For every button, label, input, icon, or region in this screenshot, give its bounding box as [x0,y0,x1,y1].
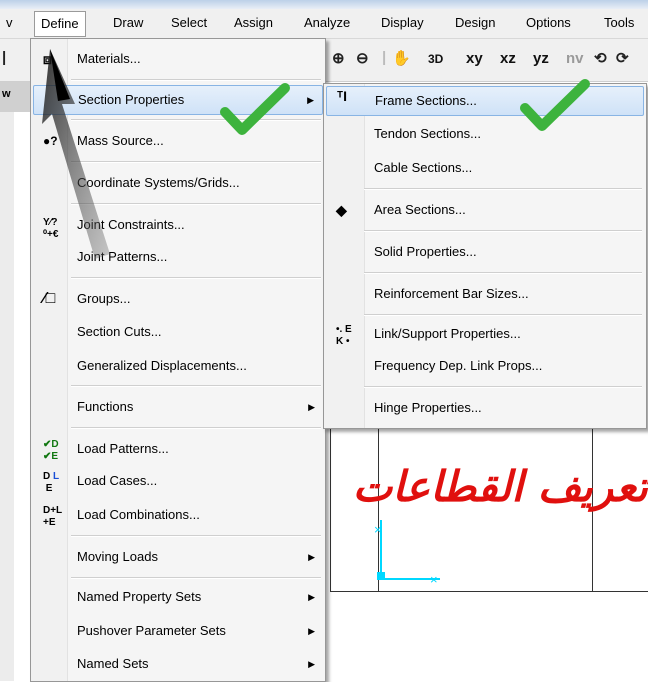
menu-item-reinforcement-bar-sizes[interactable]: Reinforcement Bar Sizes... [326,280,644,308]
menu-item-label: Named Sets [77,656,149,671]
load-patterns-icon: ✔D ✔E [43,439,59,462]
menu-item-label: Functions [77,399,134,414]
menu-item-label: Section Cuts... [77,324,162,339]
menu-item-label: Link/Support Properties... [374,326,521,341]
menu-item-pushover-parameter-sets[interactable]: Pushover Parameter Sets ▶ [33,617,323,645]
menu-tools[interactable]: Tools [604,13,634,33]
menu-draw[interactable]: Draw [113,13,143,33]
menu-separator [71,535,321,537]
toolbar-handle-icon: | [2,49,7,66]
menu-item-named-sets[interactable]: Named Sets ▶ [33,650,323,678]
menu-item-tendon-sections[interactable]: Tendon Sections... [326,120,644,148]
workspace-left-edge [0,82,14,681]
checkmark-icon [220,83,290,135]
view-nv-button[interactable]: nv [566,50,584,67]
area-sections-icon: ◆ [336,202,347,218]
menu-item-link-support-properties[interactable]: •. EK • Link/Support Properties... [326,320,644,348]
submenu-arrow-icon: ▶ [308,402,315,412]
x-axis-label-icon: × [430,572,438,587]
menu-item-label: Solid Properties... [374,244,477,259]
separator-icon: | [382,49,387,66]
perspective-icon[interactable]: ⟳ [616,49,629,67]
menu-item-label: Reinforcement Bar Sizes... [374,286,529,301]
menu-separator [71,277,321,279]
submenu-arrow-icon: ▶ [308,659,315,669]
menu-item-functions[interactable]: Functions ▶ [33,393,323,421]
pan-icon[interactable]: ✋ [392,49,411,67]
menu-item-solid-properties[interactable]: Solid Properties... [326,238,644,266]
submenu-arrow-icon: ▶ [308,626,315,636]
menu-item-label: Tendon Sections... [374,126,481,141]
menu-item-label: Generalized Displacements... [77,358,247,373]
menu-separator [364,386,642,388]
grid-line [330,591,648,592]
menu-analyze[interactable]: Analyze [304,13,350,33]
menu-define[interactable]: Define [34,11,86,37]
origin-marker [377,572,385,580]
menu-item-section-cuts[interactable]: Section Cuts... [33,318,323,346]
load-cases-icon: D L E [43,471,60,494]
menu-item-label: Load Combinations... [77,507,200,522]
menu-item-area-sections[interactable]: ◆ Area Sections... [326,196,644,224]
menu-item-cable-sections[interactable]: Cable Sections... [326,154,644,182]
view-xz-button[interactable]: xz [500,50,516,67]
menu-separator [71,577,321,579]
menu-item-label: Named Property Sets [77,589,202,604]
menu-bar: v Define Draw Select Assign Analyze Disp… [0,0,648,39]
submenu-arrow-icon: ▶ [307,95,314,105]
menu-item-label: Hinge Properties... [374,400,482,415]
y-axis-label-icon: × [374,522,382,537]
menu-separator [364,272,642,274]
menu-item-label: Area Sections... [374,202,466,217]
arabic-caption: تعريف القطاعات [352,462,648,511]
view-3d-button[interactable]: 3D [428,52,443,66]
section-properties-submenu: ᵀI Frame Sections... Tendon Sections... … [323,83,647,429]
menu-separator [364,230,642,232]
rotate-icon[interactable]: ⟲ [594,49,607,67]
menu-item-generalized-displacements[interactable]: Generalized Displacements... [33,352,323,380]
menu-design[interactable]: Design [455,13,495,33]
menu-separator [71,427,321,429]
menu-separator [364,188,642,190]
menu-item-label: Load Cases... [77,473,158,488]
menu-item-label: Load Patterns... [77,441,169,456]
submenu-arrow-icon: ▶ [308,592,315,602]
menu-separator [71,385,321,387]
menu-item-label: Groups... [77,291,131,306]
load-combinations-icon: D+L +E [43,505,63,528]
menu-item-hinge-properties[interactable]: Hinge Properties... [326,394,644,422]
menu-item-moving-loads[interactable]: Moving Loads ▶ [33,543,323,571]
submenu-arrow-icon: ▶ [308,552,315,562]
menu-item-label: Moving Loads [77,549,158,564]
view-yz-button[interactable]: yz [533,50,549,67]
menu-select[interactable]: Select [171,13,207,33]
cursor-pointer-icon [42,49,110,259]
menu-options[interactable]: Options [526,13,571,33]
menu-display[interactable]: Display [381,13,424,33]
zoom-out-icon[interactable]: ⊖ [356,49,369,67]
menu-item-load-patterns[interactable]: ✔D ✔E Load Patterns... [33,435,323,463]
frame-sections-icon: ᵀI [337,88,347,104]
menu-item-frequency-dep-link-props[interactable]: Frequency Dep. Link Props... [326,352,644,380]
menu-assign[interactable]: Assign [234,13,273,33]
menu-item-label: Cable Sections... [374,160,473,175]
menu-view-partial[interactable]: v [6,13,13,33]
menu-item-label: Pushover Parameter Sets [77,623,226,638]
menu-item-label: Frame Sections... [375,93,477,108]
zoom-in-icon[interactable]: ⊕ [332,49,345,67]
title-strip [0,0,648,9]
view-xy-button[interactable]: xy [466,50,483,67]
link-support-icon: •. EK • [336,324,352,347]
menu-item-frame-sections[interactable]: ᵀI Frame Sections... [326,86,644,116]
menu-item-label: Frequency Dep. Link Props... [374,358,543,373]
menu-separator [364,314,642,316]
menu-item-named-property-sets[interactable]: Named Property Sets ▶ [33,583,323,611]
menu-item-groups[interactable]: ⁄□ Groups... [33,285,323,313]
groups-icon: ⁄□ [43,290,56,307]
window-label: w [2,88,11,100]
checkmark-icon [520,79,590,131]
